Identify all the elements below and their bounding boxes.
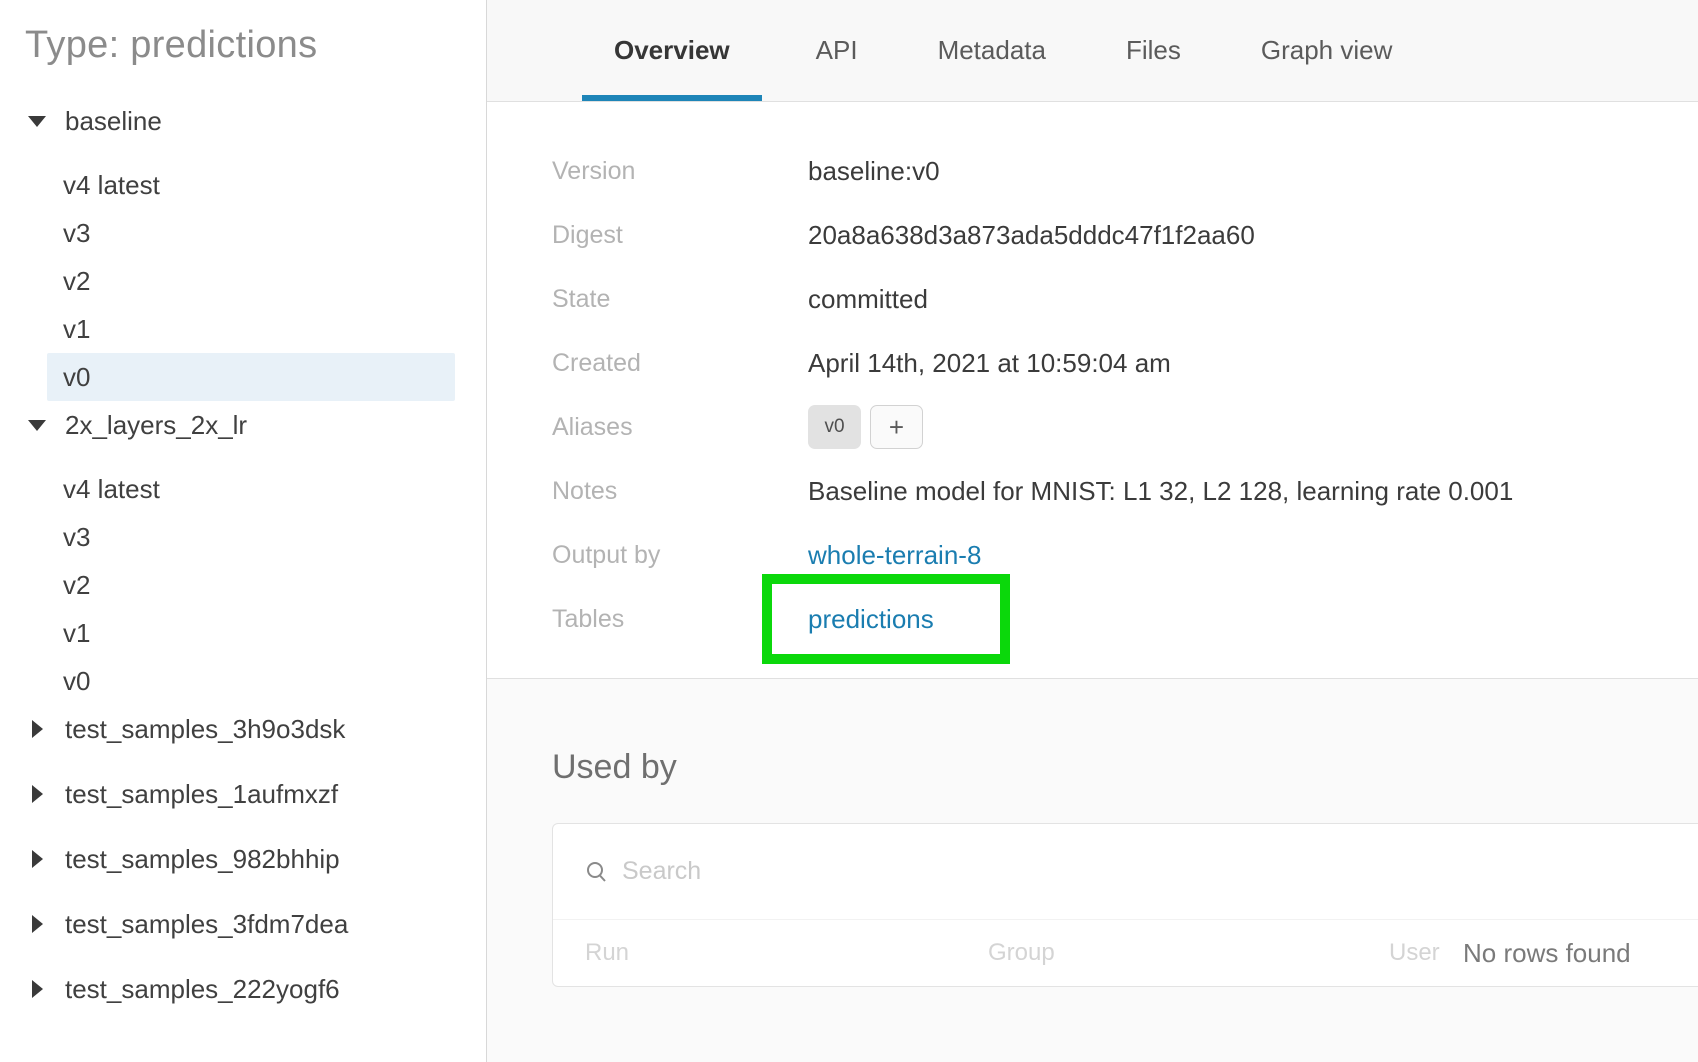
field-row-created: Created April 14th, 2021 at 10:59:04 am <box>552 331 1698 395</box>
used-by-heading: Used by <box>552 748 677 786</box>
empty-state-text: No rows found <box>1463 937 1631 968</box>
tree-group-test-samples-222yogf6[interactable]: test_samples_222yogf6 <box>25 965 486 1013</box>
field-row-state: State committed <box>552 267 1698 331</box>
tree-group-test-samples-1aufmxzf[interactable]: test_samples_1aufmxzf <box>25 770 486 818</box>
column-header-group: Group <box>988 939 1055 966</box>
alias-chip-v0[interactable]: v0 <box>808 405 861 449</box>
caret-right-icon[interactable] <box>27 720 47 738</box>
caret-down-icon[interactable] <box>27 115 47 127</box>
tree-group-2x-layers-2x-lr[interactable]: 2x_layers_2x_lr <box>25 401 486 449</box>
version-item-v0[interactable]: v0 <box>47 657 455 705</box>
field-label: State <box>552 284 611 313</box>
search-icon <box>587 861 606 882</box>
tables-predictions-link[interactable]: predictions <box>808 604 934 635</box>
add-alias-button[interactable]: + <box>870 405 923 449</box>
version-item-v2[interactable]: v2 <box>47 257 455 305</box>
field-label: Digest <box>552 220 623 249</box>
tree-group-label: test_samples_3fdm7dea <box>65 908 349 939</box>
artifact-main-panel: Overview API Metadata Files Graph view V… <box>487 0 1698 1062</box>
field-row-tables: Tables predictions <box>552 587 1698 651</box>
tree-group-label: test_samples_222yogf6 <box>65 973 340 1004</box>
artifact-sidebar: Type: predictions baseline v4 latest v3 … <box>0 0 487 1062</box>
version-item-v1[interactable]: v1 <box>47 609 455 657</box>
version-item-v3[interactable]: v3 <box>47 209 455 257</box>
output-by-run-link[interactable]: whole-terrain-8 <box>808 540 981 571</box>
sidebar-title: Type: predictions <box>25 24 318 66</box>
caret-right-icon[interactable] <box>27 850 47 868</box>
field-label: Output by <box>552 540 661 569</box>
caret-right-icon[interactable] <box>27 785 47 803</box>
artifact-browser-window: Type: predictions baseline v4 latest v3 … <box>0 0 1698 1062</box>
tree-group-label: baseline <box>65 105 162 136</box>
tree-group-baseline[interactable]: baseline <box>25 97 486 145</box>
tab-files[interactable]: Files <box>1100 0 1207 101</box>
version-list-baseline: v4 latest v3 v2 v1 v0 <box>25 161 486 401</box>
tree-group-label: 2x_layers_2x_lr <box>65 409 248 440</box>
version-item-v1[interactable]: v1 <box>47 305 455 353</box>
digest-value: 20a8a638d3a873ada5dddc47f1f2aa60 <box>808 219 1255 250</box>
tree-group-label: test_samples_3h9o3dsk <box>65 713 346 744</box>
field-label: Tables <box>552 604 625 633</box>
artifact-tree: baseline v4 latest v3 v2 v1 v0 2x_layers… <box>25 97 486 1013</box>
used-by-table-header: Run Group User No rows found <box>553 920 1698 986</box>
tree-group-test-samples-3fdm7dea[interactable]: test_samples_3fdm7dea <box>25 900 486 948</box>
field-label: Created <box>552 348 641 377</box>
version-list-2x-layers: v4 latest v3 v2 v1 v0 <box>25 465 486 705</box>
column-header-run: Run <box>585 939 630 966</box>
used-by-table-card: Run Group User No rows found <box>552 823 1698 987</box>
tab-content: Version baseline:v0 Digest 20a8a638d3a87… <box>487 102 1698 1062</box>
notes-value: Baseline model for MNIST: L1 32, L2 128,… <box>808 475 1514 506</box>
version-value: baseline:v0 <box>808 155 940 186</box>
overview-panel: Version baseline:v0 Digest 20a8a638d3a87… <box>487 102 1698 679</box>
created-value: April 14th, 2021 at 10:59:04 am <box>808 347 1171 378</box>
field-label: Aliases <box>552 412 633 441</box>
field-label: Notes <box>552 476 618 505</box>
caret-down-icon[interactable] <box>27 419 47 431</box>
tab-metadata[interactable]: Metadata <box>912 0 1072 101</box>
used-by-section: Used by Run Group User No rows found <box>487 679 1698 987</box>
field-row-digest: Digest 20a8a638d3a873ada5dddc47f1f2aa60 <box>552 203 1698 267</box>
field-row-output-by: Output by whole-terrain-8 <box>552 523 1698 587</box>
field-row-version: Version baseline:v0 <box>552 139 1698 203</box>
field-row-notes: Notes Baseline model for MNIST: L1 32, L… <box>552 459 1698 523</box>
version-item-v3[interactable]: v3 <box>47 513 455 561</box>
tab-bar: Overview API Metadata Files Graph view <box>487 0 1698 102</box>
field-row-aliases: Aliases v0 + <box>552 395 1698 459</box>
version-item-v2[interactable]: v2 <box>47 561 455 609</box>
field-label: Version <box>552 156 636 185</box>
caret-right-icon[interactable] <box>27 915 47 933</box>
tree-group-label: test_samples_1aufmxzf <box>65 778 339 809</box>
tab-api[interactable]: API <box>790 0 884 101</box>
tree-group-test-samples-982bhhip[interactable]: test_samples_982bhhip <box>25 835 486 883</box>
state-value: committed <box>808 283 928 314</box>
version-item-v4[interactable]: v4 latest <box>47 161 455 209</box>
used-by-search-input[interactable] <box>622 857 1042 886</box>
search-row <box>553 824 1698 920</box>
caret-right-icon[interactable] <box>27 980 47 998</box>
tree-group-label: test_samples_982bhhip <box>65 843 340 874</box>
tab-overview[interactable]: Overview <box>582 0 762 101</box>
tab-graph-view[interactable]: Graph view <box>1235 0 1419 101</box>
column-header-user: User <box>1389 939 1440 966</box>
tree-group-test-samples-3h9o3dsk[interactable]: test_samples_3h9o3dsk <box>25 705 486 753</box>
version-item-v4[interactable]: v4 latest <box>47 465 455 513</box>
version-item-v0-selected[interactable]: v0 <box>47 353 455 401</box>
